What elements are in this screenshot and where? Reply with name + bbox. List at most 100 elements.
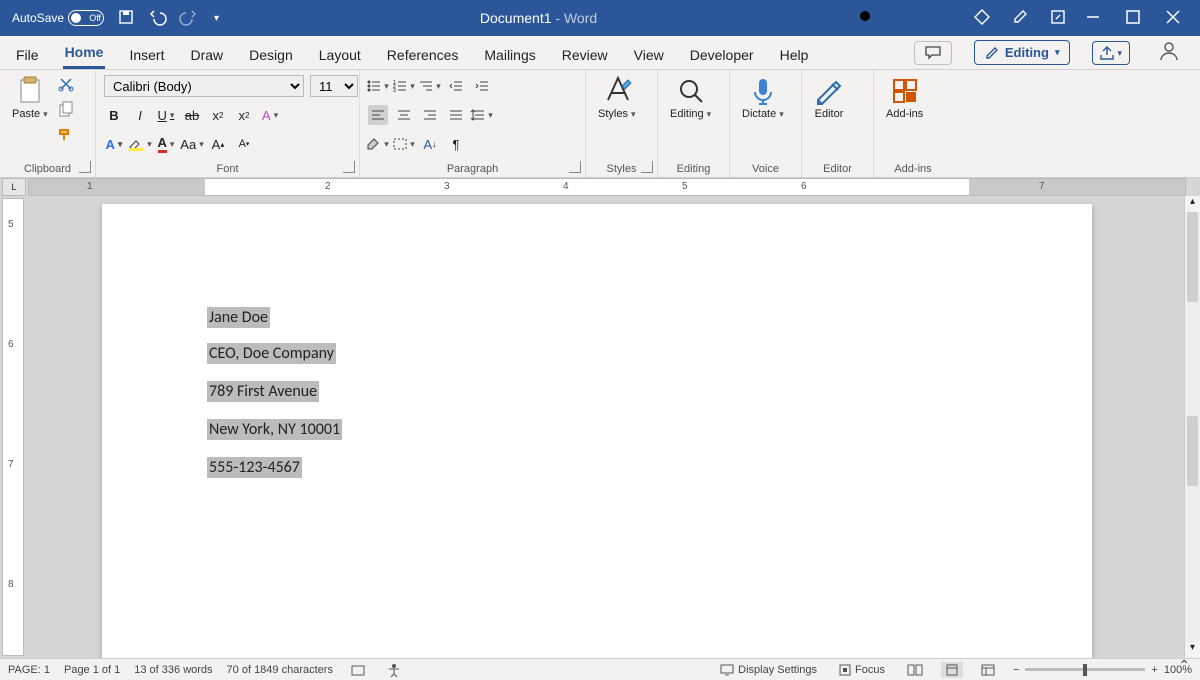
status-chars[interactable]: 70 of 1849 characters xyxy=(227,664,333,676)
vertical-scrollbar[interactable]: ▴ ▾ xyxy=(1184,196,1200,658)
account-icon[interactable] xyxy=(1158,40,1180,65)
minimize-icon[interactable] xyxy=(1086,10,1100,27)
scroll-thumb[interactable] xyxy=(1187,212,1198,302)
clipboard-launcher[interactable] xyxy=(79,161,91,173)
tab-file[interactable]: File xyxy=(14,41,41,69)
subscript-icon[interactable]: x2 xyxy=(208,105,228,125)
superscript-icon[interactable]: x2 xyxy=(234,105,254,125)
text-effects-icon[interactable]: A xyxy=(104,134,124,154)
editing-button[interactable]: Editing xyxy=(666,74,715,122)
editor-button[interactable]: Editor xyxy=(810,74,848,122)
tab-insert[interactable]: Insert xyxy=(127,41,166,69)
focus-button[interactable]: Focus xyxy=(835,664,889,676)
justify-icon[interactable] xyxy=(446,105,466,125)
align-left-icon[interactable] xyxy=(368,105,388,125)
scroll-thumb-2[interactable] xyxy=(1187,416,1198,486)
grow-font-icon[interactable]: A▴ xyxy=(208,134,228,154)
print-layout-icon[interactable] xyxy=(941,662,963,678)
autosave-toggle[interactable]: AutoSave Off xyxy=(12,10,104,26)
tab-draw[interactable]: Draw xyxy=(188,41,225,69)
styles-launcher[interactable] xyxy=(641,161,653,173)
doc-line[interactable]: 555-123-4567 xyxy=(207,457,302,478)
redo-icon[interactable] xyxy=(182,9,200,28)
font-size-select[interactable]: 11 xyxy=(310,75,358,97)
save-icon[interactable] xyxy=(118,9,134,28)
document-area[interactable]: Jane Doe CEO, Doe Company 789 First Aven… xyxy=(26,196,1200,658)
ribbon-display-icon[interactable] xyxy=(1050,9,1066,28)
comments-button[interactable] xyxy=(914,41,952,65)
diamond-icon[interactable] xyxy=(974,9,990,28)
vertical-ruler[interactable]: 5 6 7 8 xyxy=(2,198,24,656)
decrease-indent-icon[interactable] xyxy=(446,76,466,96)
dictate-button[interactable]: Dictate xyxy=(738,74,788,122)
paste-button[interactable]: Paste xyxy=(8,74,52,122)
multilevel-icon[interactable] xyxy=(420,76,440,96)
language-icon[interactable] xyxy=(347,663,369,677)
cut-icon[interactable] xyxy=(58,76,74,95)
brush-icon[interactable] xyxy=(1012,9,1028,28)
change-case-icon[interactable]: Aa xyxy=(182,134,202,154)
doc-line[interactable]: 789 First Avenue xyxy=(207,381,319,402)
strikethrough-icon[interactable]: ab xyxy=(182,105,202,125)
tab-mailings[interactable]: Mailings xyxy=(482,41,537,69)
close-icon[interactable] xyxy=(1166,10,1180,27)
zoom-control[interactable]: − + 100% xyxy=(1013,664,1192,676)
underline-icon[interactable]: U xyxy=(156,105,176,125)
line-spacing-icon[interactable] xyxy=(472,105,492,125)
font-color-icon[interactable]: A xyxy=(156,134,176,154)
display-settings-button[interactable]: Display Settings xyxy=(716,664,821,676)
show-marks-icon[interactable]: ¶ xyxy=(446,134,466,154)
font-name-select[interactable]: Calibri (Body) xyxy=(104,75,304,97)
italic-icon[interactable]: I xyxy=(130,105,150,125)
clear-format-icon[interactable]: A xyxy=(260,105,280,125)
shading-icon[interactable] xyxy=(368,134,388,154)
tab-design[interactable]: Design xyxy=(247,41,295,69)
align-right-icon[interactable] xyxy=(420,105,440,125)
tab-home[interactable]: Home xyxy=(63,38,106,69)
sort-icon[interactable]: A↓ xyxy=(420,134,440,154)
search-icon[interactable] xyxy=(858,9,874,28)
tab-developer[interactable]: Developer xyxy=(688,41,756,69)
shrink-font-icon[interactable]: A▾ xyxy=(234,134,254,154)
doc-line[interactable]: New York, NY 10001 xyxy=(207,419,342,440)
tab-review[interactable]: Review xyxy=(560,41,610,69)
web-layout-icon[interactable] xyxy=(977,664,999,676)
highlight-icon[interactable] xyxy=(130,134,150,154)
styles-button[interactable]: Styles xyxy=(594,74,640,122)
doc-line[interactable]: Jane Doe xyxy=(207,307,270,328)
status-page-long[interactable]: Page 1 of 1 xyxy=(64,664,120,676)
paragraph-launcher[interactable] xyxy=(569,161,581,173)
collapse-ribbon-icon[interactable]: ⌃ xyxy=(1178,657,1190,674)
editing-mode-button[interactable]: Editing▾ xyxy=(974,40,1071,65)
copy-icon[interactable] xyxy=(58,101,74,120)
borders-icon[interactable] xyxy=(394,134,414,154)
ruler-corner[interactable]: L xyxy=(2,178,26,196)
maximize-icon[interactable] xyxy=(1126,10,1140,27)
scroll-up-icon[interactable]: ▴ xyxy=(1185,196,1200,212)
doc-line[interactable]: CEO, Doe Company xyxy=(207,343,336,364)
font-launcher[interactable] xyxy=(343,161,355,173)
increase-indent-icon[interactable] xyxy=(472,76,492,96)
bullets-icon[interactable] xyxy=(368,76,388,96)
bold-icon[interactable]: B xyxy=(104,105,124,125)
tab-view[interactable]: View xyxy=(632,41,666,69)
format-painter-icon[interactable] xyxy=(58,126,74,145)
tab-references[interactable]: References xyxy=(385,41,461,69)
horizontal-ruler[interactable]: 1 2 3 4 5 6 7 xyxy=(28,178,1186,196)
document-page[interactable]: Jane Doe CEO, Doe Company 789 First Aven… xyxy=(102,204,1092,658)
zoom-out-icon[interactable]: − xyxy=(1013,664,1019,676)
zoom-slider[interactable] xyxy=(1025,668,1145,671)
status-page-short[interactable]: PAGE: 1 xyxy=(8,664,50,676)
zoom-in-icon[interactable]: + xyxy=(1151,664,1157,676)
accessibility-icon[interactable] xyxy=(383,663,405,677)
scroll-down-icon[interactable]: ▾ xyxy=(1185,642,1200,658)
tab-help[interactable]: Help xyxy=(778,41,811,69)
read-mode-icon[interactable] xyxy=(903,664,927,676)
tab-layout[interactable]: Layout xyxy=(317,41,363,69)
addins-button[interactable]: Add-ins xyxy=(882,74,927,122)
share-button[interactable]: ▾ xyxy=(1092,41,1130,65)
status-words[interactable]: 13 of 336 words xyxy=(134,664,212,676)
numbered-icon[interactable]: 123 xyxy=(394,76,414,96)
undo-icon[interactable] xyxy=(148,9,168,28)
align-center-icon[interactable] xyxy=(394,105,414,125)
